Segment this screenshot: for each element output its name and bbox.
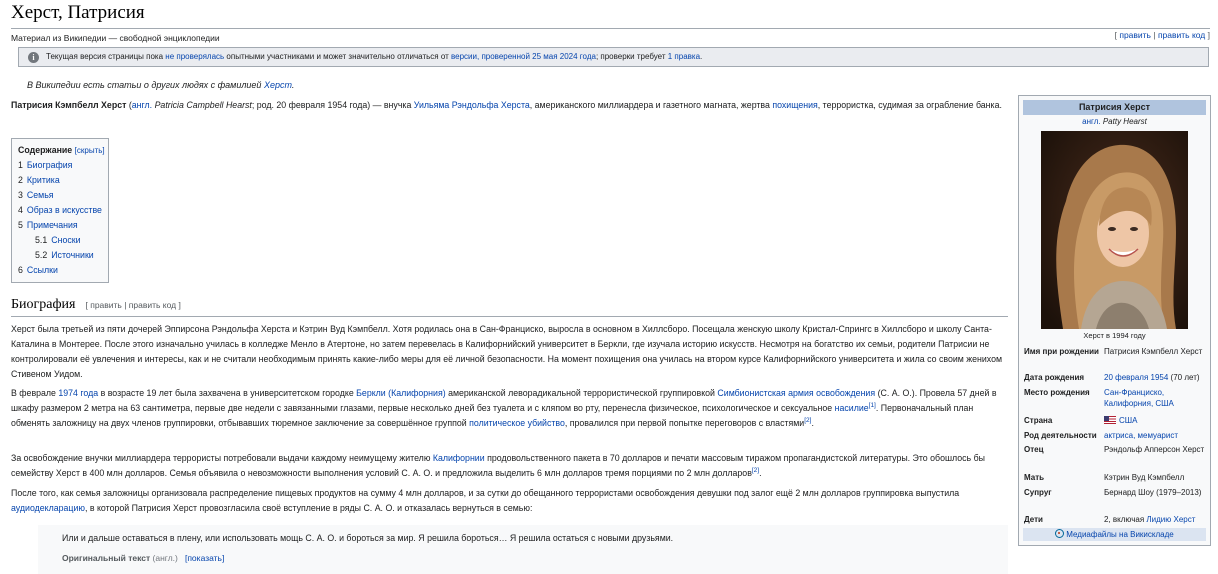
infobox-row: Место рождения Сан-Франциско, Калифорния,… <box>1024 388 1174 408</box>
violence-link[interactable]: насилие <box>835 403 869 413</box>
page-title: Херст, Патрисия <box>11 2 145 23</box>
bio-paragraph-1: Херст была третьей из пяти дочерей Эппир… <box>11 324 1003 379</box>
section-heading-biography: Биография[ править | править код ] <box>11 297 181 312</box>
toc-item[interactable]: 6 Ссылки <box>18 263 102 278</box>
sla-link[interactable]: Симбионистская армия освобождения <box>717 388 875 398</box>
infobox-row: Отец Рэндольф Апперсон Херст <box>1024 445 1205 454</box>
unreviewed-link[interactable]: не проверялась <box>165 52 224 61</box>
infobox-row: Дети 2, включая Лидию Херст <box>1024 515 1196 524</box>
hatnote: В Википедии есть статьи о других людях с… <box>27 80 295 90</box>
page-subtitle: Материал из Википедии — свободной энцикл… <box>11 33 220 43</box>
bio-paragraph-4: После того, как семья заложницы организо… <box>11 488 960 513</box>
usa-flag-icon <box>1104 416 1116 424</box>
infobox-title: Патрисия Херст <box>1023 100 1206 115</box>
bio-paragraph-3: За освобождение внучки миллиардера терро… <box>11 453 985 478</box>
infobox-row: Дата рождения 20 февраля 1954 (70 лет) <box>1024 373 1200 382</box>
occupation-link[interactable]: актриса, мемуарист <box>1104 431 1178 440</box>
notice-text: Текущая версия страницы пока не проверял… <box>46 52 703 61</box>
infobox-row: Мать Кэтрин Вуд Кэмпбелл <box>1024 473 1185 482</box>
portrait-caption: Херст в 1994 году <box>1083 331 1146 340</box>
country-link[interactable]: США <box>1119 416 1137 425</box>
table-of-contents: Содержание [скрыть] 1 Биография 2 Критика … <box>11 138 109 283</box>
portrait-photo[interactable] <box>1041 131 1188 329</box>
toc-title: Содержание [скрыть] <box>18 145 105 155</box>
edit-code-link[interactable]: править код <box>1158 30 1205 40</box>
infobox-original-name: англ. Patty Hearst <box>1082 117 1147 126</box>
toc-item[interactable]: 1 Биография <box>18 158 102 173</box>
lang-link[interactable]: англ. <box>132 100 152 110</box>
quote-original-toggle: Оригинальный текст (англ.) [показать] <box>62 553 225 563</box>
infobox-row: Род деятельности актриса, мемуарист <box>1024 431 1178 440</box>
section-edit-links[interactable]: [ править | править код ] <box>86 300 181 310</box>
commons-media-link[interactable]: Медиафайлы на Викискладе <box>1023 528 1206 541</box>
toc-item[interactable]: 2 Критика <box>18 173 102 188</box>
show-original-link[interactable]: [показать] <box>185 553 224 563</box>
birthdate-link[interactable]: 20 февраля 1954 <box>1104 373 1168 382</box>
child-link[interactable]: Лидию Херст <box>1146 515 1195 524</box>
california-link[interactable]: Калифорнии <box>433 453 485 463</box>
commons-icon <box>1055 529 1065 538</box>
reviewed-version-link[interactable]: версии, проверенной 25 мая 2024 года <box>451 52 596 61</box>
review-notice: i Текущая версия страницы пока не провер… <box>18 47 1209 67</box>
lead-paragraph: Патрисия Кэмпбелл Херст (англ. Patricia … <box>11 100 1002 110</box>
toc-subitem[interactable]: 5.2 Источники <box>18 248 102 263</box>
title-divider <box>11 28 1210 29</box>
toc-item[interactable]: 5 Примечания <box>18 218 102 233</box>
kidnapping-link[interactable]: похищения <box>772 100 817 110</box>
toc-item[interactable]: 3 Семья <box>18 188 102 203</box>
page-edit-links: [ править | править код ] <box>1114 30 1210 40</box>
toc-subitem[interactable]: 5.1 Сноски <box>18 233 102 248</box>
info-icon: i <box>28 52 39 63</box>
lang-link[interactable]: англ. <box>1082 117 1101 126</box>
pending-edits-link[interactable]: 1 правка <box>668 52 700 61</box>
hatnote-link[interactable]: Херст <box>264 80 292 90</box>
grandfather-link[interactable]: Уильяма Рэндольфа Херста <box>414 100 530 110</box>
toc-hide-link[interactable]: [скрыть] <box>75 146 105 155</box>
infobox-row: Супруг Бернард Шоу (1979–2013) <box>1024 488 1202 497</box>
infobox-row: Страна США <box>1024 416 1138 425</box>
infobox-row: Имя при рождении Патрисия Кэмпбелл Херст <box>1024 347 1203 356</box>
audio-declaration-link[interactable]: аудиодекларацию <box>11 503 85 513</box>
edit-link[interactable]: править <box>1119 30 1151 40</box>
infobox: Патрисия Херст англ. Patty Hearst Херст … <box>1018 95 1211 546</box>
toc-item[interactable]: 4 Образ в искусстве <box>18 203 102 218</box>
section-divider <box>11 316 1008 317</box>
birthplace-link[interactable]: Сан-Франциско, Калифорния, США <box>1104 388 1174 408</box>
quote-text: Или и дальше оставаться в плену, или исп… <box>62 533 674 543</box>
year-link[interactable]: 1974 года <box>58 388 98 398</box>
bio-paragraph-2: В феврале 1974 года в возрасте 19 лет бы… <box>11 388 997 428</box>
political-murder-link[interactable]: политическое убийство <box>469 418 565 428</box>
berkeley-link[interactable]: Беркли (Калифорния) <box>356 388 445 398</box>
footnote-link[interactable]: [1] <box>869 402 876 409</box>
quote-block: Или и дальше оставаться в плену, или исп… <box>38 525 1008 574</box>
